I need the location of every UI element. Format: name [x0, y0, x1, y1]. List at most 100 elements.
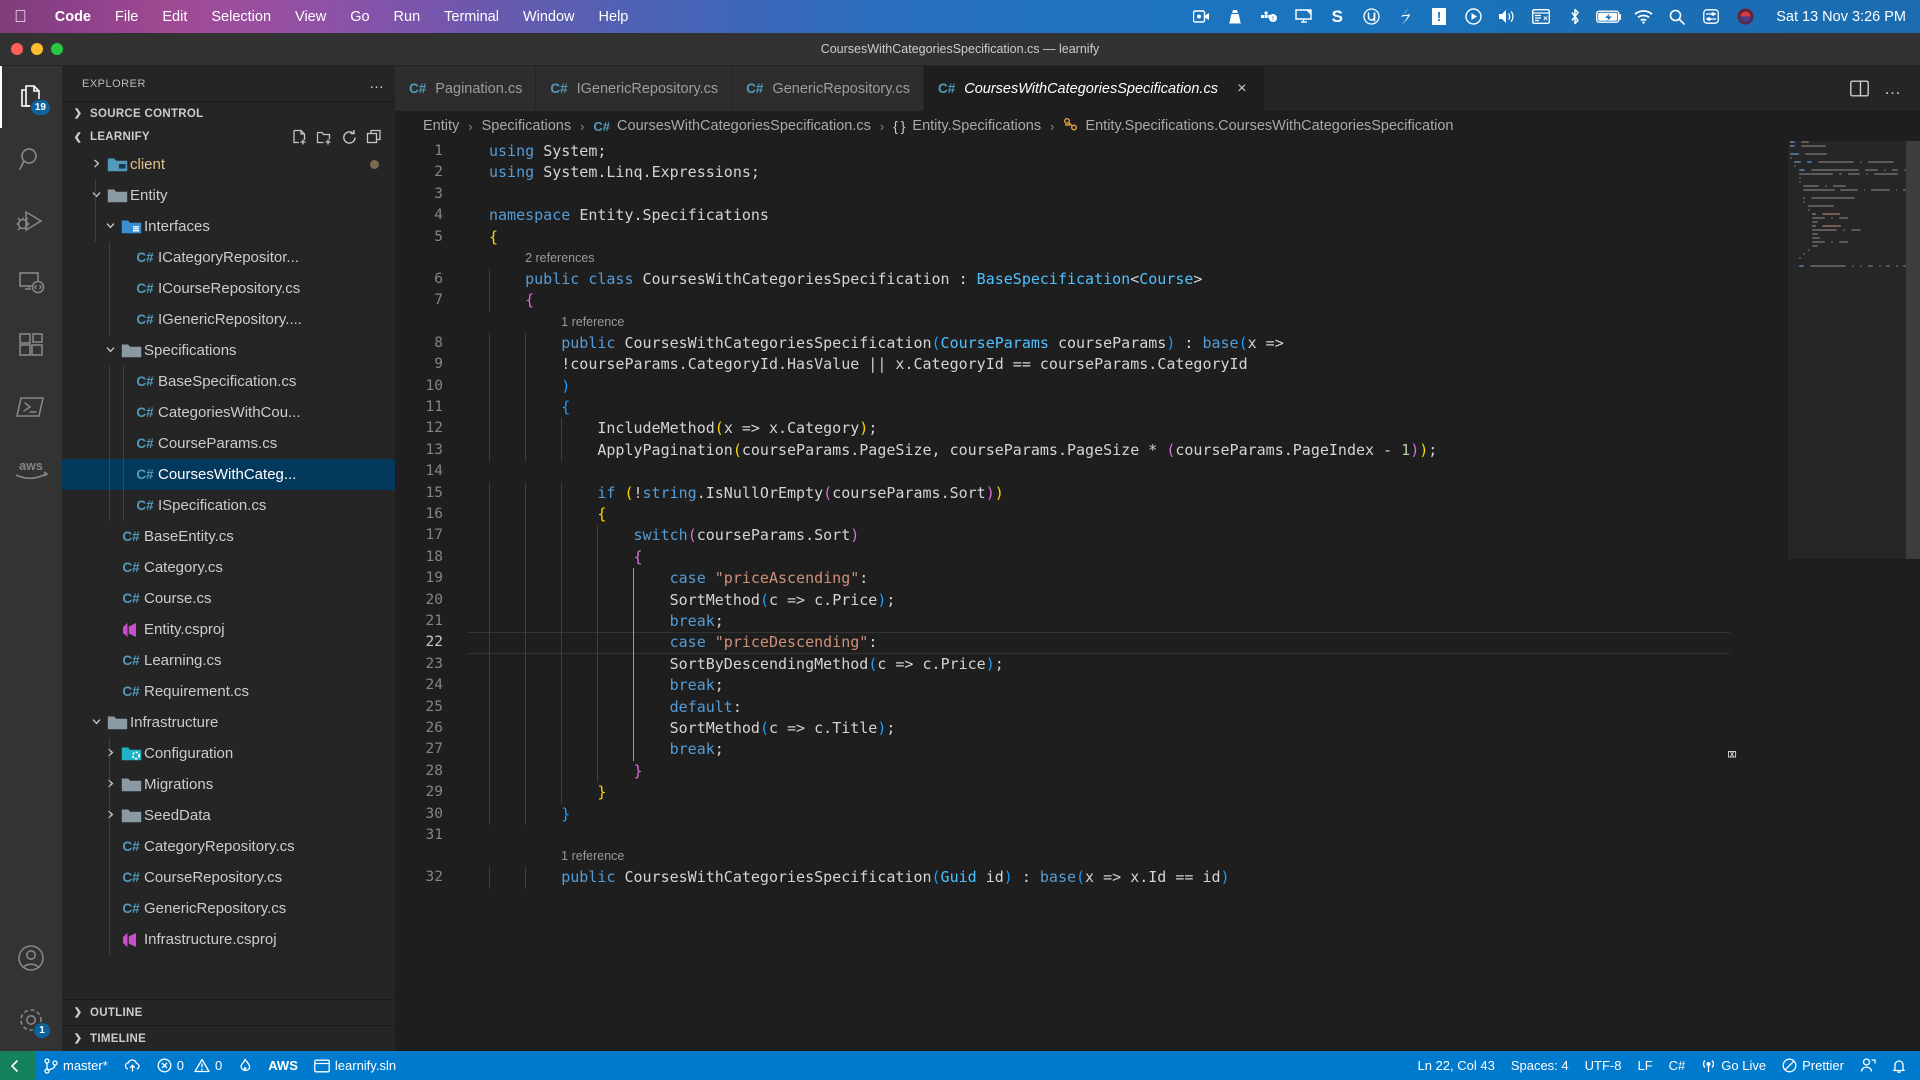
status-encoding[interactable]: UTF-8	[1577, 1051, 1630, 1080]
remote-window-button[interactable]	[0, 1051, 36, 1080]
code-line[interactable]: 25 default:	[395, 697, 1920, 718]
maximize-window-button[interactable]	[51, 43, 63, 55]
tree-file-entity-csproj[interactable]: Entity.csproj	[62, 614, 395, 645]
breadcrumb-item-0[interactable]: Entity	[423, 118, 459, 134]
code-line[interactable]: 14	[395, 461, 1920, 482]
status-language-mode[interactable]: C#	[1661, 1051, 1694, 1080]
slash-icon[interactable]	[1388, 0, 1422, 33]
play-icon[interactable]	[1456, 0, 1490, 33]
menu-bar-clock[interactable]: Sat 13 Nov 3:26 PM	[1770, 9, 1920, 25]
tree-file-categoryrepository-cs[interactable]: C# CategoryRepository.cs	[62, 831, 395, 862]
codelens-label[interactable]: 2 references	[467, 248, 594, 269]
tree-file-course-cs[interactable]: C# Course.cs	[62, 583, 395, 614]
tree-file-ispecification-cs[interactable]: C# ISpecification.cs	[62, 490, 395, 521]
code-line[interactable]: 10 )	[395, 376, 1920, 397]
codelens-label[interactable]: 1 reference	[467, 312, 624, 333]
status-remote-user[interactable]	[1852, 1051, 1884, 1080]
code-line[interactable]: 20 SortMethod(c => c.Price);	[395, 590, 1920, 611]
breadcrumb-item-4[interactable]: Entity.Specifications.CoursesWithCategor…	[1063, 117, 1453, 135]
refresh-explorer-icon[interactable]	[338, 126, 360, 148]
siri-icon[interactable]	[1728, 0, 1762, 33]
menu-run[interactable]: Run	[382, 9, 433, 25]
editor-tab-pagination[interactable]: C# Pagination.cs	[395, 66, 537, 111]
bluetooth-icon[interactable]	[1558, 0, 1592, 33]
section-learnify[interactable]: ❮ LEARNIFY	[62, 125, 395, 149]
tree-file-infrastructure-csproj[interactable]: Infrastructure.csproj	[62, 924, 395, 955]
codelens-reference-count[interactable]: 2 references	[395, 248, 1920, 269]
shell-s-icon[interactable]: S	[1320, 0, 1354, 33]
menu-view[interactable]: View	[283, 9, 338, 25]
tree-folder-configuration[interactable]: Configuration	[62, 738, 395, 769]
breadcrumb-item-3[interactable]: { } Entity.Specifications	[893, 118, 1041, 134]
tree-file-learning-cs[interactable]: C# Learning.cs	[62, 645, 395, 676]
status-go-live[interactable]: Go Live	[1693, 1051, 1774, 1080]
menu-help[interactable]: Help	[587, 9, 641, 25]
section-outline[interactable]: ❯ OUTLINE	[62, 999, 395, 1025]
menu-edit[interactable]: Edit	[150, 9, 199, 25]
status-branch[interactable]: master*	[36, 1051, 116, 1080]
section-timeline[interactable]: ❯ TIMELINE	[62, 1025, 395, 1051]
code-line[interactable]: 7 {	[395, 290, 1920, 311]
section-source-control[interactable]: ❯ SOURCE CONTROL	[62, 101, 395, 125]
status-flame[interactable]	[230, 1051, 260, 1080]
codelens-label[interactable]: 1 reference	[467, 846, 624, 867]
code-line[interactable]: 13 ApplyPagination(courseParams.PageSize…	[395, 440, 1920, 461]
minimize-window-button[interactable]	[31, 43, 43, 55]
tree-file-genericrepository-cs[interactable]: C# GenericRepository.cs	[62, 893, 395, 924]
tree-file-courseswithcateg[interactable]: C# CoursesWithCateg...	[62, 459, 395, 490]
tree-folder-entity[interactable]: Entity	[62, 180, 395, 211]
activity-bar-item-remote-explorer[interactable]	[0, 252, 62, 314]
tree-folder-specifications[interactable]: Specifications	[62, 335, 395, 366]
status-sync[interactable]	[116, 1051, 149, 1080]
code-line[interactable]: 19 case "priceAscending":	[395, 568, 1920, 589]
menu-file[interactable]: File	[103, 9, 150, 25]
code-line[interactable]: 6 public class CoursesWithCategoriesSpec…	[395, 269, 1920, 290]
display-icon[interactable]	[1286, 0, 1320, 33]
menu-code[interactable]: Code	[43, 9, 103, 25]
sidebar-more-actions-icon[interactable]: …	[369, 75, 385, 92]
menu-selection[interactable]: Selection	[199, 9, 283, 25]
code-line[interactable]: 18 {	[395, 547, 1920, 568]
status-prettier[interactable]: Prettier	[1774, 1051, 1852, 1080]
activity-bar-item-run-and-debug[interactable]	[0, 190, 62, 252]
close-tab-icon[interactable]: ×	[1233, 80, 1251, 98]
code-editor[interactable]: 1 using System; 2 using System.Linq.Express…	[395, 141, 1920, 1051]
tree-file-baseentity-cs[interactable]: C# BaseEntity.cs	[62, 521, 395, 552]
control-center-icon[interactable]	[1694, 0, 1728, 33]
screen-recorder-icon[interactable]	[1184, 0, 1218, 33]
code-line[interactable]: 32 public CoursesWithCategoriesSpecifica…	[395, 867, 1920, 888]
code-line[interactable]: 28 }	[395, 761, 1920, 782]
apple-logo-icon[interactable]: 	[0, 8, 43, 25]
spotlight-search-icon[interactable]	[1660, 0, 1694, 33]
tree-file-courserepository-cs[interactable]: C# CourseRepository.cs	[62, 862, 395, 893]
menu-terminal[interactable]: Terminal	[432, 9, 511, 25]
code-line[interactable]: 16 {	[395, 504, 1920, 525]
tree-file-courseparams-cs[interactable]: C# CourseParams.cs	[62, 428, 395, 459]
code-line[interactable]: 8 public CoursesWithCategoriesSpecificat…	[395, 333, 1920, 354]
activity-bar-item-accounts[interactable]	[0, 927, 62, 989]
code-line[interactable]: 22 case "priceDescending":	[395, 632, 1920, 655]
tree-file-basespecification-cs[interactable]: C# BaseSpecification.cs	[62, 366, 395, 397]
tree-folder-seeddata[interactable]: SeedData	[62, 800, 395, 831]
file-tree[interactable]: client Entity Interfaces C# ICategoryReposit…	[62, 149, 395, 999]
editor-tab-genericrepository[interactable]: C# GenericRepository.cs	[732, 66, 924, 111]
code-line[interactable]: 26 SortMethod(c => c.Title);	[395, 718, 1920, 739]
code-line[interactable]: 5{	[395, 227, 1920, 248]
tree-file-categorieswithcou[interactable]: C# CategoriesWithCou...	[62, 397, 395, 428]
volume-icon[interactable]	[1490, 0, 1524, 33]
tree-folder-client[interactable]: client	[62, 149, 395, 180]
breadcrumb-item-1[interactable]: Specifications	[482, 118, 571, 134]
split-editor-icon[interactable]	[1844, 66, 1874, 111]
tree-file-icategoryrepositor[interactable]: C# ICategoryRepositor...	[62, 242, 395, 273]
utorrent-icon[interactable]	[1354, 0, 1388, 33]
code-line[interactable]: 3	[395, 184, 1920, 205]
activity-bar-item-aws[interactable]: aws	[0, 438, 62, 500]
code-line[interactable]: 21 break;	[395, 611, 1920, 632]
menu-window[interactable]: Window	[511, 9, 587, 25]
activity-bar-item-search[interactable]	[0, 128, 62, 190]
status-problems[interactable]: 0 0	[149, 1051, 230, 1080]
status-solution[interactable]: learnify.sln	[306, 1051, 404, 1080]
code-line[interactable]: 2 using System.Linq.Expressions;	[395, 162, 1920, 183]
tree-file-requirement-cs[interactable]: C# Requirement.cs	[62, 676, 395, 707]
tree-folder-infrastructure[interactable]: Infrastructure	[62, 707, 395, 738]
